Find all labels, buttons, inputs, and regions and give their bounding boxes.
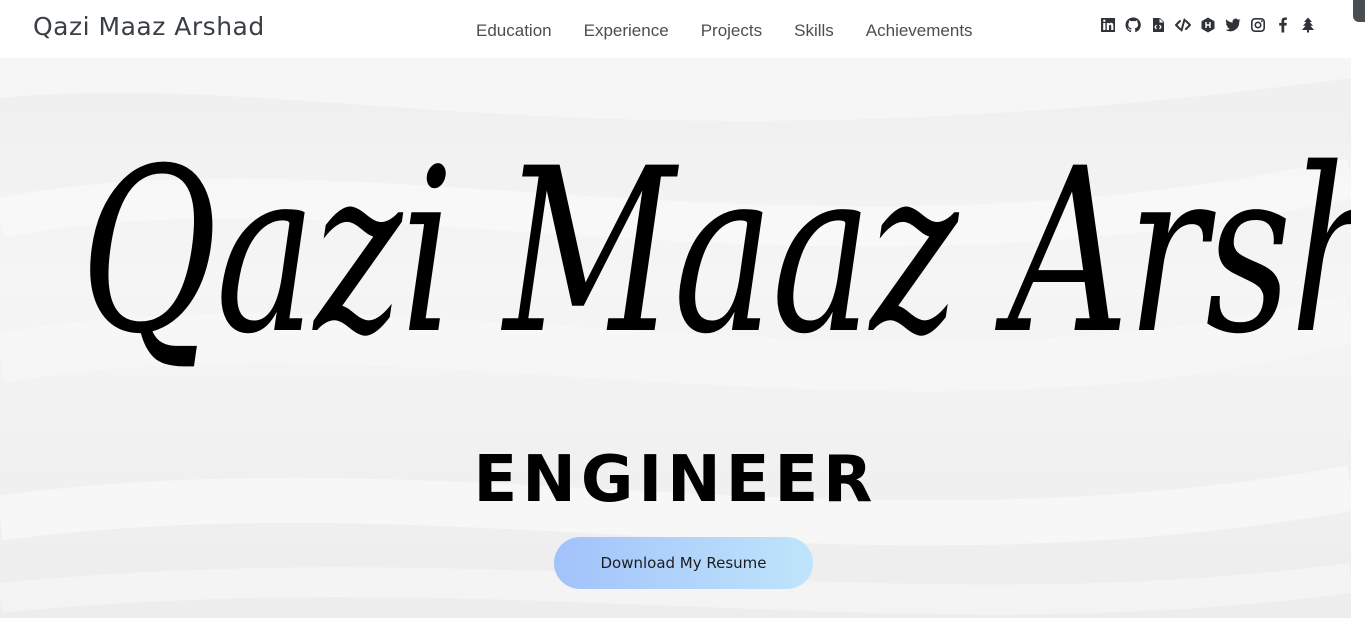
linkedin-icon[interactable] — [1099, 15, 1116, 35]
download-resume-button[interactable]: Download My Resume — [554, 537, 813, 589]
nav-skills[interactable]: Skills — [778, 21, 850, 41]
facebook-icon[interactable] — [1274, 15, 1291, 35]
hero-section: Qazi Maaz Arshad ENGINEER Download My Re… — [0, 58, 1351, 618]
signature-name: Qazi Maaz Arshad — [80, 119, 1351, 384]
github-icon[interactable] — [1124, 15, 1141, 35]
hackerrank-icon[interactable] — [1199, 15, 1216, 35]
brand-link[interactable]: Qazi Maaz Arshad — [33, 12, 265, 41]
nav-projects[interactable]: Projects — [685, 21, 778, 41]
nav-education[interactable]: Education — [460, 21, 568, 41]
nav-achievements[interactable]: Achievements — [850, 21, 989, 41]
file-code-icon[interactable] — [1149, 15, 1166, 35]
main-nav: Education Experience Projects Skills Ach… — [460, 21, 989, 41]
nav-experience[interactable]: Experience — [568, 21, 685, 41]
linktree-icon[interactable] — [1299, 15, 1316, 35]
twitter-icon[interactable] — [1224, 15, 1241, 35]
scrollbar-thumb[interactable] — [1353, 0, 1365, 22]
role-title: ENGINEER — [473, 443, 878, 517]
top-navbar: Qazi Maaz Arshad Education Experience Pr… — [0, 0, 1365, 58]
social-links — [1099, 14, 1316, 36]
instagram-icon[interactable] — [1249, 15, 1266, 35]
code-icon[interactable] — [1174, 15, 1191, 35]
